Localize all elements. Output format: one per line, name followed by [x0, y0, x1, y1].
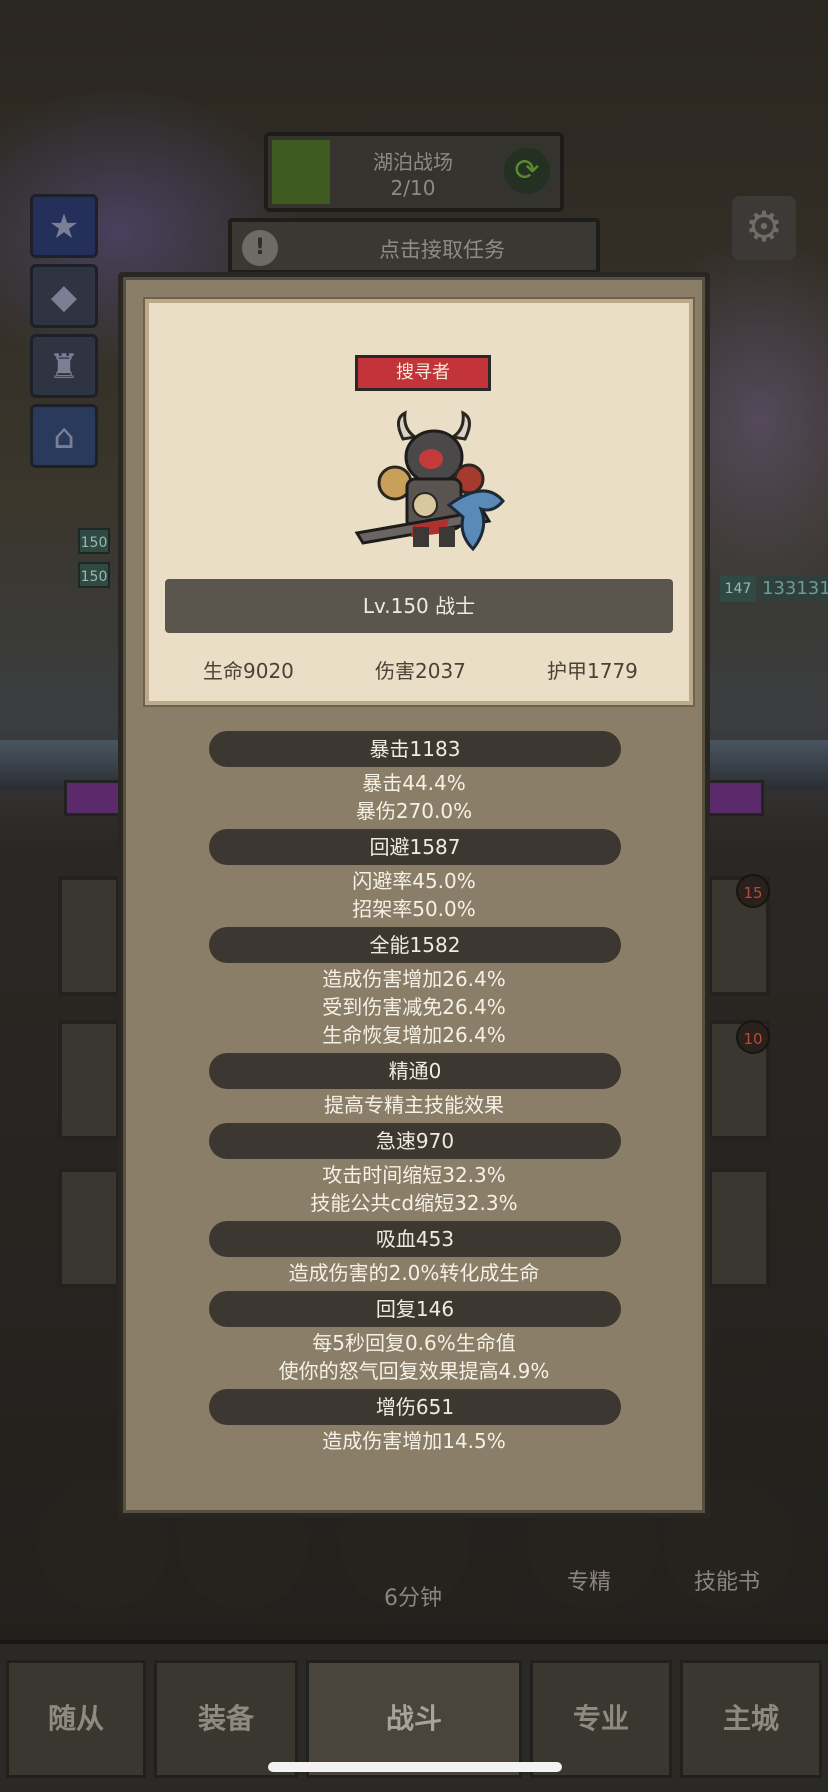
skill-count-badge: 15: [736, 874, 770, 908]
regen-hp: 每5秒回复0.6%生命值: [312, 1331, 516, 1355]
map-progress-fill: [272, 140, 330, 204]
versatility-heal-bonus: 生命恢复增加26.4%: [322, 1023, 506, 1047]
skillbook-label: 技能书: [693, 1570, 760, 1595]
gem-icon[interactable]: ◆: [30, 264, 98, 328]
haste-header: 急速970: [209, 1123, 621, 1159]
skill-count-badge: 10: [736, 1020, 770, 1054]
warrior-sprite: [354, 410, 505, 552]
crit-header: 暴击1183: [209, 731, 621, 767]
versatility-damage-reduction: 受到伤害减免26.4%: [322, 995, 506, 1019]
lifesteal-header: 吸血453: [209, 1221, 621, 1257]
mastery-header: 精通0: [209, 1053, 621, 1089]
map-progress-count: 2/10: [390, 176, 436, 200]
helmet-icon[interactable]: ♜: [30, 334, 98, 398]
chest-timer-label: 6分钟: [384, 1586, 442, 1611]
ally-level-tag: 150: [78, 562, 110, 588]
ally-level-tag: 150: [78, 528, 110, 554]
crit-rate: 暴击44.4%: [362, 771, 466, 795]
ally-energy-bar: [64, 780, 124, 816]
tab-battle[interactable]: 战斗: [306, 1660, 522, 1778]
character-stats-modal: 搜寻者 Lv.150 战士 生命9020 伤害2037 护甲1779 暴击118…: [118, 272, 710, 1518]
tab-equipment[interactable]: 装备: [154, 1660, 298, 1778]
dodge-rate: 闪避率45.0%: [352, 869, 476, 893]
regen-header: 回复146: [209, 1291, 621, 1327]
map-title: 湖泊战场: [373, 150, 453, 174]
settings-gear-icon[interactable]: ⚙: [732, 196, 796, 260]
ally-skill-card[interactable]: [58, 1168, 120, 1288]
mastery-effect: 提高专精主技能效果: [324, 1093, 504, 1117]
level-class-bar: Lv.150 战士: [165, 579, 673, 633]
map-progress-panel[interactable]: 湖泊战场 2/10 ⟳: [264, 132, 564, 212]
haste-attack-time: 攻击时间缩短32.3%: [322, 1163, 506, 1187]
tab-profession[interactable]: 专业: [530, 1660, 672, 1778]
damage-stat: 伤害2037: [375, 659, 466, 683]
damage-bonus-effect: 造成伤害增加14.5%: [322, 1429, 506, 1453]
armor-stat: 护甲1779: [547, 659, 638, 683]
enemy-energy-bar: [704, 780, 764, 816]
haste-global-cd: 技能公共cd缩短32.3%: [310, 1191, 518, 1215]
tab-followers[interactable]: 随从: [6, 1660, 146, 1778]
class-tag: 搜寻者: [355, 355, 491, 391]
enemy-level-tag: 147: [720, 576, 756, 602]
lifesteal-effect: 造成伤害的2.0%转化成生命: [288, 1261, 540, 1285]
star-icon[interactable]: ★: [30, 194, 98, 258]
damage-bonus-header: 增伤651: [209, 1389, 621, 1425]
refresh-icon[interactable]: ⟳: [504, 148, 550, 194]
versatility-header: 全能1582: [209, 927, 621, 963]
hp-stat: 生命9020: [203, 659, 294, 683]
tab-main-city[interactable]: 主城: [680, 1660, 822, 1778]
enemy-skill-card[interactable]: [708, 1168, 770, 1288]
alert-icon: !: [242, 230, 278, 266]
regen-rage: 使你的怒气回复效果提高4.9%: [278, 1359, 550, 1383]
specialty-label: 专精: [566, 1570, 611, 1595]
versatility-damage-bonus: 造成伤害增加26.4%: [322, 967, 506, 991]
parry-rate: 招架率50.0%: [352, 897, 476, 921]
quest-label: 点击接取任务: [379, 238, 505, 262]
ally-skill-card[interactable]: [58, 876, 120, 996]
house-icon[interactable]: ⌂: [30, 404, 98, 468]
home-indicator[interactable]: [268, 1762, 562, 1772]
quest-bar[interactable]: ! 点击接取任务: [228, 218, 600, 274]
crit-damage: 暴伤270.0%: [355, 799, 473, 823]
hero-card: 搜寻者 Lv.150 战士 生命9020 伤害2037 护甲1779: [145, 299, 693, 705]
enemy-hp-bar: 1331313: [758, 576, 828, 602]
ally-skill-card[interactable]: [58, 1020, 120, 1140]
avoidance-header: 回避1587: [209, 829, 621, 865]
